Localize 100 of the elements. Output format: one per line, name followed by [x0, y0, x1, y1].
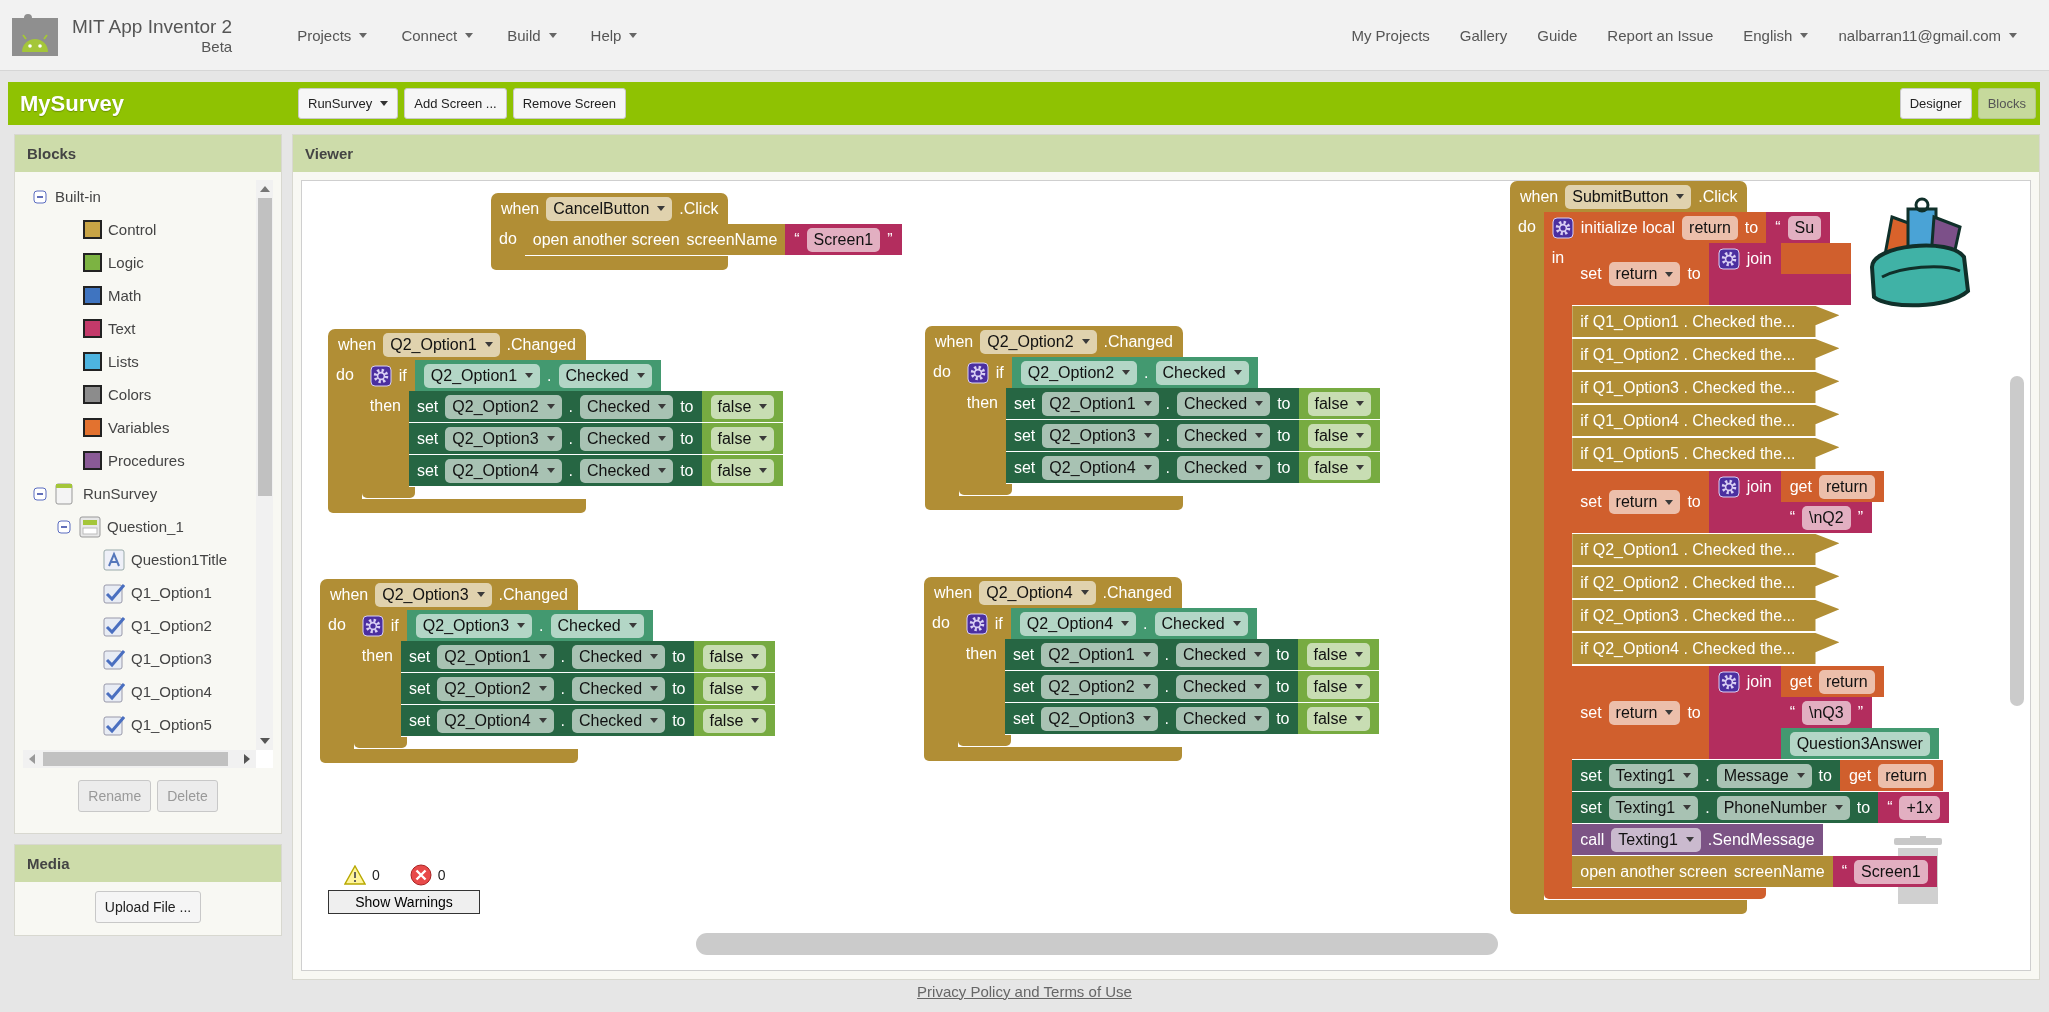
- dropdown-field[interactable]: Q2_Option4: [1042, 455, 1159, 480]
- dropdown-field[interactable]: CancelButton: [546, 196, 673, 221]
- tree-item[interactable]: Q1_Option5: [131, 716, 212, 733]
- tree-item[interactable]: Procedures: [108, 452, 185, 469]
- dropdown-field[interactable]: Q2_Option2: [1041, 674, 1158, 699]
- dropdown-field[interactable]: Q2_Option1: [437, 644, 554, 669]
- tree-item[interactable]: Variables: [108, 419, 170, 436]
- dropdown-field[interactable]: Checked: [1177, 391, 1271, 416]
- dropdown-field[interactable]: return: [1608, 262, 1681, 286]
- dropdown-field[interactable]: Q2_Option3: [1042, 423, 1159, 448]
- dropdown-field[interactable]: false: [1306, 706, 1371, 731]
- toolbar-button[interactable]: Add Screen ...: [404, 88, 507, 119]
- dropdown-field[interactable]: Q2_Option3: [445, 426, 562, 451]
- tree-item[interactable]: Q1_Option1: [131, 584, 212, 601]
- dropdown-field[interactable]: false: [702, 708, 767, 733]
- text-field[interactable]: Su: [1787, 215, 1822, 240]
- name-field[interactable]: return: [1818, 474, 1875, 499]
- dropdown-field[interactable]: Message: [1716, 763, 1812, 788]
- dropdown-field[interactable]: Q2_Option3: [1041, 706, 1158, 731]
- dropdown-field[interactable]: Checked: [580, 394, 674, 419]
- scrollbar-thumb[interactable]: [257, 198, 272, 496]
- logo-icon[interactable]: [10, 12, 60, 58]
- dropdown-field[interactable]: Q2_Option1: [1042, 391, 1159, 416]
- collapse-icon[interactable]: [57, 519, 71, 534]
- dropdown-field[interactable]: Checked: [1176, 674, 1270, 699]
- scrollbar-thumb[interactable]: [2010, 376, 2024, 706]
- dropdown-field[interactable]: false: [1307, 455, 1372, 480]
- dropdown-field[interactable]: Checked: [550, 613, 644, 638]
- dropdown-field[interactable]: return: [1608, 490, 1681, 514]
- gear-icon[interactable]: [1717, 670, 1740, 693]
- dropdown-field[interactable]: Q2_Option2: [437, 676, 554, 701]
- dropdown-field[interactable]: false: [1306, 674, 1371, 699]
- dropdown-field[interactable]: Checked: [1154, 611, 1248, 636]
- dropdown-field[interactable]: Q2_Option1: [423, 363, 541, 388]
- dropdown-field[interactable]: false: [702, 644, 767, 669]
- menu-item[interactable]: English: [1743, 26, 1809, 44]
- menu-item[interactable]: Help: [590, 26, 638, 44]
- dropdown-field[interactable]: false: [710, 394, 775, 419]
- dropdown-field[interactable]: false: [1307, 423, 1372, 448]
- tree-item[interactable]: Question_1: [107, 518, 184, 535]
- text-field[interactable]: Screen1: [806, 227, 881, 252]
- dropdown-field[interactable]: Checked: [1176, 642, 1270, 667]
- menu-item[interactable]: Build: [507, 26, 557, 44]
- name-field[interactable]: return: [1818, 669, 1875, 694]
- dropdown-field[interactable]: Texting1: [1608, 763, 1699, 788]
- tree-item[interactable]: Lists: [108, 353, 139, 370]
- privacy-link[interactable]: Privacy Policy and Terms of Use: [917, 982, 1132, 1000]
- name-field[interactable]: Question3Answer: [1789, 731, 1930, 756]
- dropdown-field[interactable]: Texting1: [1608, 795, 1699, 820]
- tree-item[interactable]: Q1_Option3: [131, 650, 212, 667]
- tree-item[interactable]: Built-in: [55, 188, 101, 205]
- dropdown-field[interactable]: Q2_Option4: [979, 580, 1096, 605]
- scroll-up-icon[interactable]: [259, 186, 270, 192]
- dropdown-field[interactable]: false: [1306, 642, 1371, 667]
- tree-item[interactable]: Control: [108, 221, 157, 238]
- scroll-right-icon[interactable]: [244, 754, 250, 764]
- collapse-icon[interactable]: [33, 486, 47, 501]
- toolbar-button[interactable]: Remove Screen: [512, 88, 626, 119]
- dropdown-field[interactable]: Checked: [580, 426, 674, 451]
- dropdown-field[interactable]: Q2_Option4: [437, 708, 554, 733]
- dropdown-field[interactable]: return: [1608, 700, 1681, 725]
- tree-item[interactable]: Question1Title: [131, 551, 228, 568]
- menu-item[interactable]: My Projects: [1351, 26, 1430, 44]
- dropdown-field[interactable]: Q2_Option2: [980, 329, 1097, 354]
- dropdown-field[interactable]: false: [702, 676, 767, 701]
- dropdown-field[interactable]: Q2_Option1: [383, 332, 500, 357]
- name-field[interactable]: return: [1878, 763, 1934, 788]
- dropdown-field[interactable]: SubmitButton: [1565, 184, 1692, 209]
- dropdown-field[interactable]: Q2_Option2: [445, 394, 562, 419]
- tree-item[interactable]: Colors: [108, 386, 152, 403]
- text-field[interactable]: +1x: [1899, 795, 1940, 820]
- tree-item[interactable]: RunSurvey: [83, 485, 158, 502]
- view-toggle-button[interactable]: Designer: [1899, 88, 1972, 119]
- menu-item[interactable]: Connect: [401, 26, 474, 44]
- dropdown-field[interactable]: Texting1: [1611, 827, 1701, 852]
- gear-icon[interactable]: [1717, 247, 1740, 270]
- dropdown-field[interactable]: false: [710, 426, 775, 451]
- gear-icon[interactable]: [361, 614, 384, 637]
- dropdown-field[interactable]: Checked: [572, 676, 666, 701]
- gear-icon[interactable]: [1717, 475, 1740, 498]
- dropdown-field[interactable]: PhoneNumber: [1716, 795, 1850, 820]
- dropdown-field[interactable]: Checked: [1177, 455, 1271, 480]
- dropdown-field[interactable]: Checked: [580, 458, 674, 483]
- tree-item[interactable]: Q1_Option4: [131, 683, 212, 700]
- dropdown-field[interactable]: Q2_Option2: [1020, 360, 1138, 385]
- collapse-icon[interactable]: [33, 189, 47, 204]
- scrollbar-thumb[interactable]: [696, 933, 1498, 955]
- gear-icon[interactable]: [1551, 216, 1574, 239]
- text-field[interactable]: \nQ2: [1801, 505, 1851, 530]
- text-field[interactable]: Screen1: [1854, 859, 1928, 884]
- name-field[interactable]: return: [1682, 215, 1738, 240]
- menu-item[interactable]: Gallery: [1459, 26, 1508, 44]
- view-toggle-button[interactable]: Blocks: [1977, 88, 2036, 119]
- tree-item[interactable]: Math: [108, 287, 142, 304]
- dropdown-field[interactable]: Q2_Option1: [1041, 642, 1158, 667]
- dropdown-field[interactable]: Q2_Option4: [1019, 611, 1137, 636]
- dropdown-field[interactable]: false: [1307, 391, 1372, 416]
- dropdown-field[interactable]: Checked: [1176, 706, 1270, 731]
- dropdown-field[interactable]: Checked: [572, 644, 666, 669]
- dropdown-field[interactable]: Checked: [1155, 360, 1249, 385]
